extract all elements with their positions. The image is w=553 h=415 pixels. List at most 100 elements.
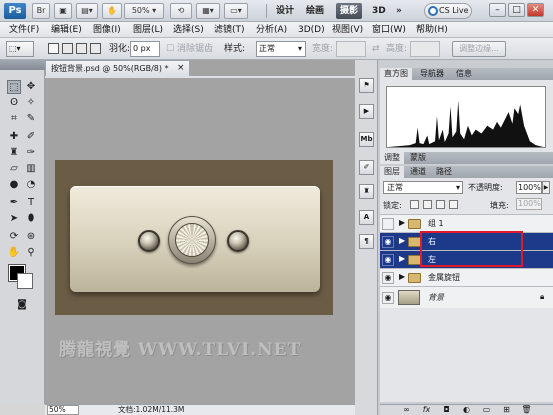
intersect-selection-icon[interactable] [90, 43, 101, 54]
brush-tool-icon[interactable]: ✐ [24, 130, 38, 144]
lock-pixels-icon[interactable] [423, 200, 432, 209]
menu-edit[interactable]: 编辑(E) [51, 22, 82, 38]
tab-info[interactable]: 信息 [452, 68, 476, 80]
rect-marquee-tool-icon[interactable]: ⬚ [7, 80, 21, 94]
clone-source-icon[interactable]: ♜ [359, 184, 374, 199]
path-select-tool-icon[interactable]: ➤ [7, 212, 21, 226]
background-color-swatch[interactable] [17, 273, 33, 289]
menu-image[interactable]: 图像(I) [93, 22, 121, 38]
rotate-view-button[interactable]: ⟲ [170, 3, 192, 19]
expand-arrow-icon[interactable]: ▶ [399, 218, 405, 227]
tab-layers[interactable]: 图层 [380, 166, 404, 178]
eye-icon[interactable]: ◉ [382, 236, 394, 248]
tab-masks[interactable]: 蒙版 [406, 152, 430, 164]
history-brush-tool-icon[interactable]: ✑ [24, 146, 38, 160]
menu-filter[interactable]: 滤镜(T) [214, 22, 245, 38]
expand-arrow-icon[interactable]: ▶ [399, 272, 405, 281]
menu-help[interactable]: 帮助(H) [416, 22, 448, 38]
clone-stamp-tool-icon[interactable]: ♜ [7, 146, 21, 160]
tab-navigator[interactable]: 导航器 [416, 68, 448, 80]
zoom-field[interactable]: 50% [47, 405, 79, 415]
folder-icon[interactable]: ▭ [480, 405, 493, 415]
dodge-tool-icon[interactable]: ◔ [24, 178, 38, 192]
type-tool-icon[interactable]: T [24, 196, 38, 210]
lock-transparent-icon[interactable] [410, 200, 419, 209]
paragraph-icon[interactable]: ¶ [359, 234, 374, 249]
view-extras-button[interactable]: ▤▾ [76, 3, 98, 19]
menu-analysis[interactable]: 分析(A) [256, 22, 287, 38]
feather-input[interactable]: 0 px [130, 41, 160, 57]
lock-position-icon[interactable] [436, 200, 445, 209]
trash-icon[interactable]: 🗑︎ [520, 405, 533, 415]
style-select[interactable]: 正常 ▾ [256, 41, 306, 57]
width-input[interactable] [336, 41, 366, 57]
menu-3d[interactable]: 3D(D) [298, 22, 325, 38]
maximize-button[interactable]: □ [508, 3, 525, 17]
close-button[interactable]: ✕ [527, 3, 544, 17]
menu-select[interactable]: 选择(S) [173, 22, 204, 38]
pen-tool-icon[interactable]: ✒ [7, 196, 21, 210]
hand-tool-icon[interactable]: ✋ [7, 246, 21, 260]
tools-panel-header[interactable] [0, 60, 45, 70]
opacity-slider-arrow-icon[interactable]: ▶ [542, 181, 550, 194]
eye-icon[interactable]: ◉ [382, 272, 394, 284]
cs-live-button[interactable]: CS Live [424, 3, 472, 19]
minibridge-button[interactable]: ▣ [54, 3, 72, 19]
new-selection-icon[interactable] [48, 43, 59, 54]
workspace-photography[interactable]: 摄影 [336, 3, 363, 19]
antialias-checkbox[interactable]: ☐ 消除锯齿 [166, 42, 213, 56]
history-icon[interactable]: ⚑ [359, 78, 374, 93]
workspace-design[interactable]: 设计 [272, 3, 298, 19]
fill-input[interactable]: 100% [516, 198, 542, 210]
new-layer-icon[interactable]: ⊞ [500, 405, 513, 415]
tab-channels[interactable]: 通道 [406, 166, 430, 178]
tab-adjustments[interactable]: 调整 [380, 152, 404, 164]
hand-tool-button[interactable]: ✋ [102, 3, 122, 19]
3d-orbit-tool-icon[interactable]: ⊛ [24, 230, 38, 244]
link-icon[interactable]: ∞ [400, 405, 413, 415]
menu-view[interactable]: 视图(V) [332, 22, 363, 38]
menu-file[interactable]: 文件(F) [9, 22, 39, 38]
healing-brush-tool-icon[interactable]: ✚ [7, 130, 21, 144]
quick-mask-icon[interactable]: ◙ [13, 298, 31, 312]
document-info[interactable]: 文档:1.02M/11.3M [118, 405, 184, 415]
expand-arrow-icon[interactable]: ▶ [399, 236, 405, 245]
actions-icon[interactable]: ▶ [359, 104, 374, 119]
refine-edge-button[interactable]: 调整边缘... [452, 41, 506, 57]
menu-window[interactable]: 窗口(W) [372, 22, 406, 38]
blur-tool-icon[interactable]: ● [7, 178, 21, 192]
3d-rotate-tool-icon[interactable]: ⟳ [7, 230, 21, 244]
workspace-painting[interactable]: 绘画 [302, 3, 328, 19]
screen-mode-button[interactable]: ▭▾ [224, 3, 248, 19]
add-selection-icon[interactable] [62, 43, 73, 54]
zoom-level-dropdown[interactable]: 50% ▾ [124, 3, 164, 19]
eye-icon[interactable]: ◉ [382, 292, 394, 304]
fx-icon[interactable]: fx [420, 405, 433, 415]
document-tab[interactable]: 按钮背景.psd @ 50%(RGB/8) * × [45, 60, 190, 76]
layer-row-background[interactable]: ◉ 背景 🔒︎ [380, 286, 553, 308]
opacity-input[interactable]: 100% [516, 181, 542, 194]
move-tool-icon[interactable]: ✥ [24, 80, 38, 94]
swap-icon[interactable]: ⇄ [372, 42, 380, 56]
expand-arrow-icon[interactable]: ▶ [399, 254, 405, 263]
shape-tool-icon[interactable]: ⬮ [24, 212, 38, 226]
layer-row-metal-knob[interactable]: ◉ ▶ 金属旋钮 [380, 268, 553, 286]
eye-icon[interactable]: ◉ [382, 254, 394, 266]
mask-icon[interactable]: ◘ [440, 405, 453, 415]
mini-bridge-icon[interactable]: Mb [359, 132, 374, 147]
lasso-tool-icon[interactable]: ʘ [7, 96, 21, 110]
subtract-selection-icon[interactable] [76, 43, 87, 54]
arrange-documents-button[interactable]: ▦▾ [196, 3, 220, 19]
bridge-button[interactable]: Br [32, 3, 50, 19]
menu-layer[interactable]: 图层(L) [133, 22, 163, 38]
visibility-toggle[interactable] [382, 218, 394, 230]
layer-row-group1[interactable]: ▶ 组 1 [380, 214, 553, 232]
tool-preset-picker[interactable]: ⬚▾ [6, 41, 34, 57]
zoom-tool-icon[interactable]: ⚲ [24, 246, 38, 260]
eyedropper-tool-icon[interactable]: ✎ [24, 112, 38, 126]
tab-histogram[interactable]: 直方图 [380, 68, 412, 80]
image-canvas[interactable] [55, 160, 333, 315]
quick-select-tool-icon[interactable]: ✧ [24, 96, 38, 110]
crop-tool-icon[interactable]: ⌗ [7, 112, 21, 126]
blend-mode-select[interactable]: 正常 ▾ [383, 181, 463, 194]
